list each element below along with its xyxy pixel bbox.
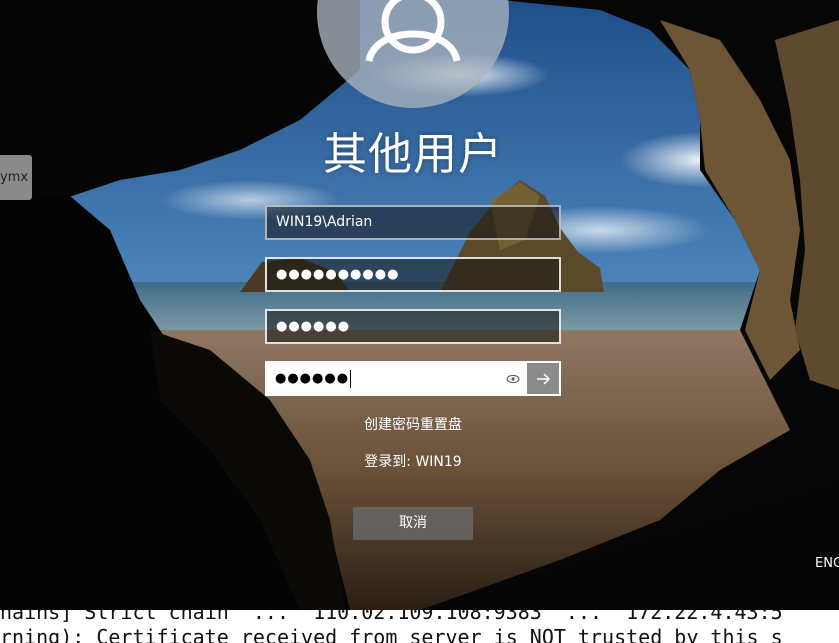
login-screen: 其他用户 WIN19\Adrian ●●●●●●●●●● ●●●●●● ●●●●… bbox=[0, 0, 839, 643]
account-title: 其他用户 bbox=[323, 129, 503, 180]
terminal-line-2: rning): Certificate received from server… bbox=[0, 625, 783, 643]
reset-password-link[interactable]: 创建密码重置盘 bbox=[260, 414, 566, 434]
password-field[interactable]: ●●●●●●●●●● bbox=[265, 257, 561, 292]
user-silhouette-icon bbox=[365, 0, 461, 62]
terminal-line-1: nains] Strict chain ... 110.02.109.108:9… bbox=[0, 610, 783, 624]
cancel-button[interactable]: 取消 bbox=[353, 507, 473, 540]
eye-icon[interactable] bbox=[503, 369, 523, 389]
password-field-active[interactable]: ●●●●●● bbox=[265, 361, 561, 396]
language-indicator[interactable]: ENG bbox=[815, 556, 839, 571]
terminal-output: nains] Strict chain ... 110.02.109.108:9… bbox=[0, 610, 839, 643]
user-avatar bbox=[317, 0, 509, 108]
password-input-value: ●●●●●● bbox=[275, 369, 352, 388]
text-caret bbox=[350, 369, 352, 388]
arrow-right-icon bbox=[537, 372, 551, 385]
left-side-tab[interactable]: ymx bbox=[0, 155, 32, 200]
username-field[interactable]: WIN19\Adrian bbox=[265, 205, 561, 240]
password-field-2[interactable]: ●●●●●● bbox=[265, 309, 561, 344]
sign-in-to-label: 登录到: WIN19 bbox=[364, 454, 462, 470]
submit-button[interactable] bbox=[527, 363, 559, 394]
